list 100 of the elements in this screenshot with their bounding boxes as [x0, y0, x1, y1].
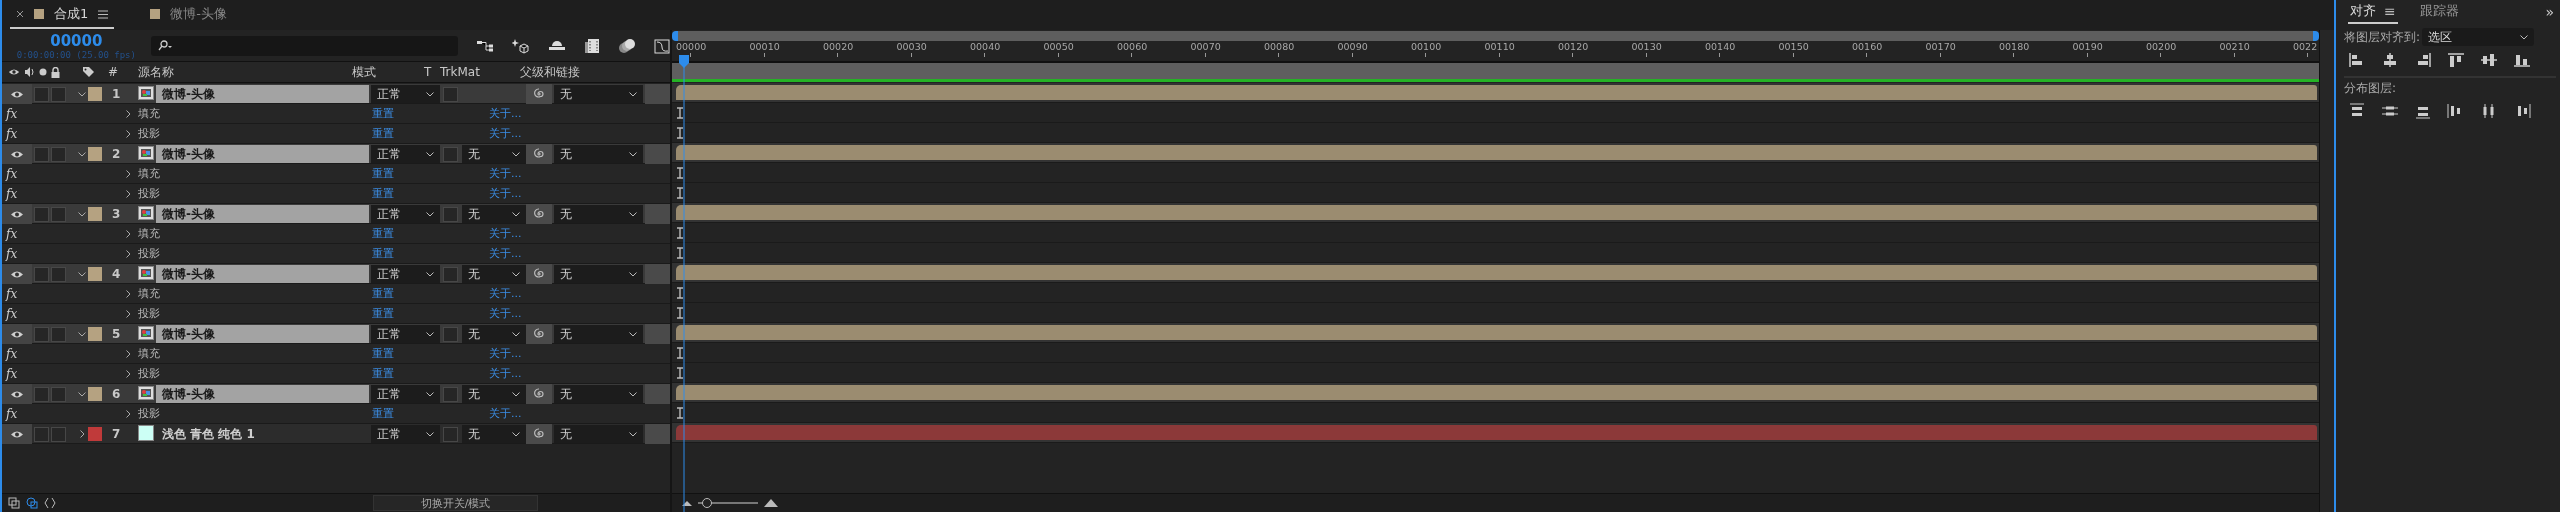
align-to-dropdown[interactable]: 选区: [2422, 28, 2535, 46]
eye-icon[interactable]: [10, 389, 24, 399]
reset-link[interactable]: 重置: [372, 126, 489, 141]
film-icon[interactable]: [584, 37, 600, 54]
work-area-bar[interactable]: [672, 62, 2319, 82]
eye-icon[interactable]: [10, 209, 24, 219]
pickwhip-icon[interactable]: [533, 208, 545, 220]
about-link[interactable]: 关于...: [489, 166, 670, 181]
pickwhip-icon[interactable]: [533, 148, 545, 160]
pickwhip-icon[interactable]: [533, 268, 545, 280]
chevron-icon[interactable]: [125, 309, 131, 318]
reset-link[interactable]: 重置: [372, 306, 489, 321]
mode-dropdown[interactable]: 正常: [371, 85, 440, 103]
twirl-icon[interactable]: [78, 331, 86, 337]
pickwhip-icon[interactable]: [533, 388, 545, 400]
twirl-icon[interactable]: [78, 151, 86, 157]
label-swatch[interactable]: [88, 207, 102, 221]
switch-box[interactable]: [34, 266, 49, 282]
brackets-icon[interactable]: [44, 497, 56, 509]
about-link[interactable]: 关于...: [489, 106, 670, 121]
chevron-icon[interactable]: [125, 349, 131, 358]
align-icon[interactable]: [2480, 52, 2498, 68]
chevron-icon[interactable]: [125, 109, 131, 118]
layer-row[interactable]: 4 微博-头像 正常 无 无: [2, 264, 670, 284]
composition-tab[interactable]: 微博-头像: [144, 1, 233, 29]
switch-box[interactable]: [51, 206, 66, 222]
layer-name[interactable]: 微博-头像: [156, 205, 369, 223]
reset-link[interactable]: 重置: [372, 166, 489, 181]
switch-box[interactable]: [51, 386, 66, 402]
panel-tab[interactable]: 跟踪器: [2417, 0, 2461, 24]
parent-dropdown[interactable]: 无: [554, 385, 643, 403]
label-swatch[interactable]: [88, 147, 102, 161]
pickwhip-icon[interactable]: [533, 88, 545, 100]
pickwhip-icon[interactable]: [533, 428, 545, 440]
toggle-switches-button[interactable]: 切换开关/模式: [373, 495, 538, 511]
trkmat-dropdown[interactable]: 无: [462, 205, 526, 223]
large-mountain-icon[interactable]: [764, 499, 778, 507]
playhead[interactable]: [678, 55, 690, 512]
twirl-icon[interactable]: [79, 430, 85, 438]
switch-box[interactable]: [34, 326, 49, 342]
eye-icon[interactable]: [10, 149, 24, 159]
reset-link[interactable]: 重置: [372, 226, 489, 241]
close-icon[interactable]: [16, 10, 24, 18]
eye-icon[interactable]: [10, 429, 24, 439]
about-link[interactable]: 关于...: [489, 226, 670, 241]
sparkle-cube-icon[interactable]: [512, 37, 530, 54]
layer-row[interactable]: 5 微博-头像 正常 无 无: [2, 324, 670, 344]
about-link[interactable]: 关于...: [489, 406, 670, 421]
reset-link[interactable]: 重置: [372, 106, 489, 121]
parent-dropdown[interactable]: 无: [554, 265, 643, 283]
reset-link[interactable]: 重置: [372, 186, 489, 201]
layer-row[interactable]: 7 浅色 青色 纯色 1 正常 无 无: [2, 424, 670, 444]
squares-icon[interactable]: [8, 497, 20, 509]
mode-dropdown[interactable]: 正常: [371, 265, 440, 283]
mode-dropdown[interactable]: 正常: [371, 325, 440, 343]
layer-row[interactable]: 2 微博-头像 正常 无 无: [2, 144, 670, 164]
twirl-icon[interactable]: [78, 211, 86, 217]
pickwhip-icon[interactable]: [533, 328, 545, 340]
parent-dropdown[interactable]: 无: [554, 85, 643, 103]
label-swatch[interactable]: [88, 427, 102, 441]
eye-icon[interactable]: [10, 329, 24, 339]
layer-row[interactable]: 3 微博-头像 正常 无 无: [2, 204, 670, 224]
about-link[interactable]: 关于...: [489, 126, 670, 141]
trkmat-dropdown[interactable]: 无: [462, 325, 526, 343]
parent-dropdown[interactable]: 无: [554, 425, 643, 443]
twirl-icon[interactable]: [78, 271, 86, 277]
label-swatch[interactable]: [88, 87, 102, 101]
reset-link[interactable]: 重置: [372, 286, 489, 301]
trkmat-dropdown[interactable]: 无: [462, 385, 526, 403]
about-link[interactable]: 关于...: [489, 286, 670, 301]
layer-name[interactable]: 微博-头像: [156, 325, 369, 343]
chevron-icon[interactable]: [125, 229, 131, 238]
reset-link[interactable]: 重置: [372, 346, 489, 361]
layer-row[interactable]: 6 微博-头像 正常 无 无: [2, 384, 670, 404]
mode-dropdown[interactable]: 正常: [371, 385, 440, 403]
distribute-icon[interactable]: [2348, 103, 2366, 119]
eye-icon[interactable]: [10, 89, 24, 99]
about-link[interactable]: 关于...: [489, 186, 670, 201]
parent-dropdown[interactable]: 无: [554, 325, 643, 343]
switch-box[interactable]: [34, 206, 49, 222]
layer-name[interactable]: 微博-头像: [156, 265, 369, 283]
flowchart-icon[interactable]: [476, 38, 494, 53]
layer-row[interactable]: 1 微博-头像 正常 无: [2, 84, 670, 104]
chevron-icon[interactable]: [125, 249, 131, 258]
small-mountain-icon[interactable]: [682, 500, 692, 506]
chevron-icon[interactable]: [125, 169, 131, 178]
hat-icon[interactable]: [548, 38, 566, 53]
label-swatch[interactable]: [88, 267, 102, 281]
reset-link[interactable]: 重置: [372, 246, 489, 261]
switch-box[interactable]: [34, 386, 49, 402]
about-link[interactable]: 关于...: [489, 346, 670, 361]
switch-box[interactable]: [34, 86, 49, 102]
menu-icon[interactable]: [98, 9, 109, 19]
layer-name[interactable]: 微博-头像: [156, 145, 369, 163]
about-link[interactable]: 关于...: [489, 366, 670, 381]
current-time[interactable]: 00000: [50, 31, 103, 50]
chevron-icon[interactable]: [125, 189, 131, 198]
layer-name[interactable]: 微博-头像: [156, 85, 369, 103]
twirl-icon[interactable]: [78, 391, 86, 397]
parent-dropdown[interactable]: 无: [554, 145, 643, 163]
